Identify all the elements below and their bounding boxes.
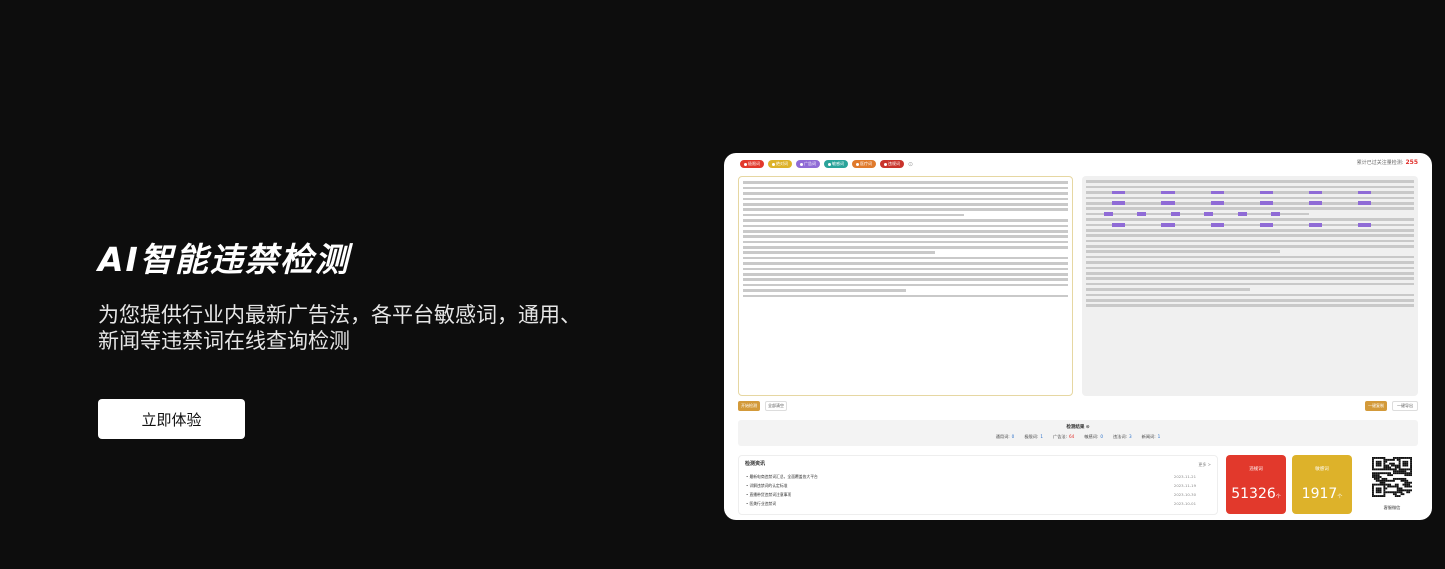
category-chips: 极限词 绝对词 广告词 敏感词 医疗词 违规词 ⊙	[740, 159, 913, 169]
news-item[interactable]: • 医美行业违禁词 2023-10-01	[746, 501, 1196, 507]
dot-icon	[884, 162, 887, 166]
news-more-link[interactable]: 更多 >	[1198, 462, 1211, 468]
dot-icon	[744, 162, 747, 166]
start-detect-button[interactable]: 开始检测	[738, 401, 760, 411]
chip-label: 违规词	[888, 161, 900, 166]
chip-label: 敏感词	[832, 161, 844, 166]
qr-label: 客服微信	[1383, 505, 1401, 510]
counter-label: 累计已过关注量检测:	[1356, 160, 1404, 166]
result-stat: 广告法: 64	[1053, 434, 1075, 439]
qr-code-icon	[1372, 457, 1412, 497]
info-icon[interactable]: ⊙	[908, 161, 913, 168]
stat-label: 敏感词	[1315, 467, 1329, 472]
hero-subtitle: 为您提供行业内最新广告法，各平台敏感词，通用、新闻等违禁词在线查询检测	[98, 303, 581, 353]
detector-preview-card: 极限词 绝对词 广告词 敏感词 医疗词 违规词 ⊙ 累计已过关注量检测: 255 开始检测 全…	[724, 153, 1432, 520]
dot-icon	[772, 162, 775, 166]
category-chip[interactable]: 违规词	[880, 160, 904, 168]
sensitive-words-stat: 敏感词 1917个	[1292, 455, 1352, 514]
category-chip[interactable]: 极限词	[740, 160, 764, 168]
news-panel: 检测资讯 更多 > • 最新电商违禁词汇总，全面覆盖各大平台 2023-11-21…	[738, 455, 1218, 515]
stat-label: 违规词	[1249, 467, 1263, 472]
dot-icon	[856, 162, 859, 166]
result-stat: 新闻词: 1	[1141, 434, 1161, 439]
input-textarea[interactable]	[738, 176, 1073, 396]
category-chip[interactable]: 医疗词	[852, 160, 876, 168]
hero-title: AI智能违禁检测	[98, 240, 350, 279]
try-now-button[interactable]: 立即体验	[98, 399, 245, 439]
category-chip[interactable]: 绝对词	[768, 160, 792, 168]
stat-value: 51326个	[1231, 486, 1281, 502]
export-button[interactable]: 一键导出	[1392, 401, 1418, 411]
category-chip[interactable]: 广告词	[796, 160, 820, 168]
dot-icon	[800, 162, 803, 166]
result-stat: 违法词: 3	[1112, 434, 1132, 439]
news-title: 检测资讯	[745, 461, 766, 467]
result-title: 检测结果 ⊙	[1066, 425, 1090, 430]
result-stat: 敏感词: 0	[1084, 434, 1103, 439]
category-chip[interactable]: 敏感词	[824, 160, 848, 168]
news-item[interactable]: • 详解违禁词的认定标准 2023-11-19	[746, 483, 1196, 489]
dot-icon	[828, 162, 831, 166]
highlight-output-pane	[1082, 176, 1418, 396]
wechat-qr-block: 客服微信	[1364, 455, 1420, 515]
copy-button[interactable]: 一键复制	[1365, 401, 1387, 411]
clear-all-button[interactable]: 全部清空	[765, 401, 787, 411]
chip-label: 极限词	[748, 161, 760, 166]
result-stat: 极限词: 1	[1024, 434, 1043, 439]
counter-value: 255	[1405, 159, 1418, 166]
chip-label: 广告词	[804, 161, 816, 166]
news-item[interactable]: • 直播带货违禁词注意事项 2023-10-30	[746, 492, 1196, 498]
stat-value: 1917个	[1301, 486, 1343, 502]
chip-label: 医疗词	[860, 161, 872, 166]
result-stat: 通用词: 0	[995, 434, 1015, 439]
result-summary: 检测结果 ⊙ 通用词: 0 极限词: 1 广告法: 64 敏感词: 0 违法词: 3 新闻词: 1	[738, 420, 1418, 446]
violation-words-stat: 违规词 51326个	[1226, 455, 1286, 514]
chip-label: 绝对词	[776, 161, 788, 166]
news-item[interactable]: • 最新电商违禁词汇总，全面覆盖各大平台 2023-11-21	[746, 474, 1196, 480]
hero-text-block: AI智能违禁检测 为您提供行业内最新广告法，各平台敏感词，通用、新闻等违禁词在线…	[98, 238, 658, 354]
detection-counter: 累计已过关注量检测: 255	[1357, 159, 1418, 166]
result-stats: 通用词: 0 极限词: 1 广告法: 64 敏感词: 0 违法词: 3 新闻词: 1	[738, 434, 1418, 440]
